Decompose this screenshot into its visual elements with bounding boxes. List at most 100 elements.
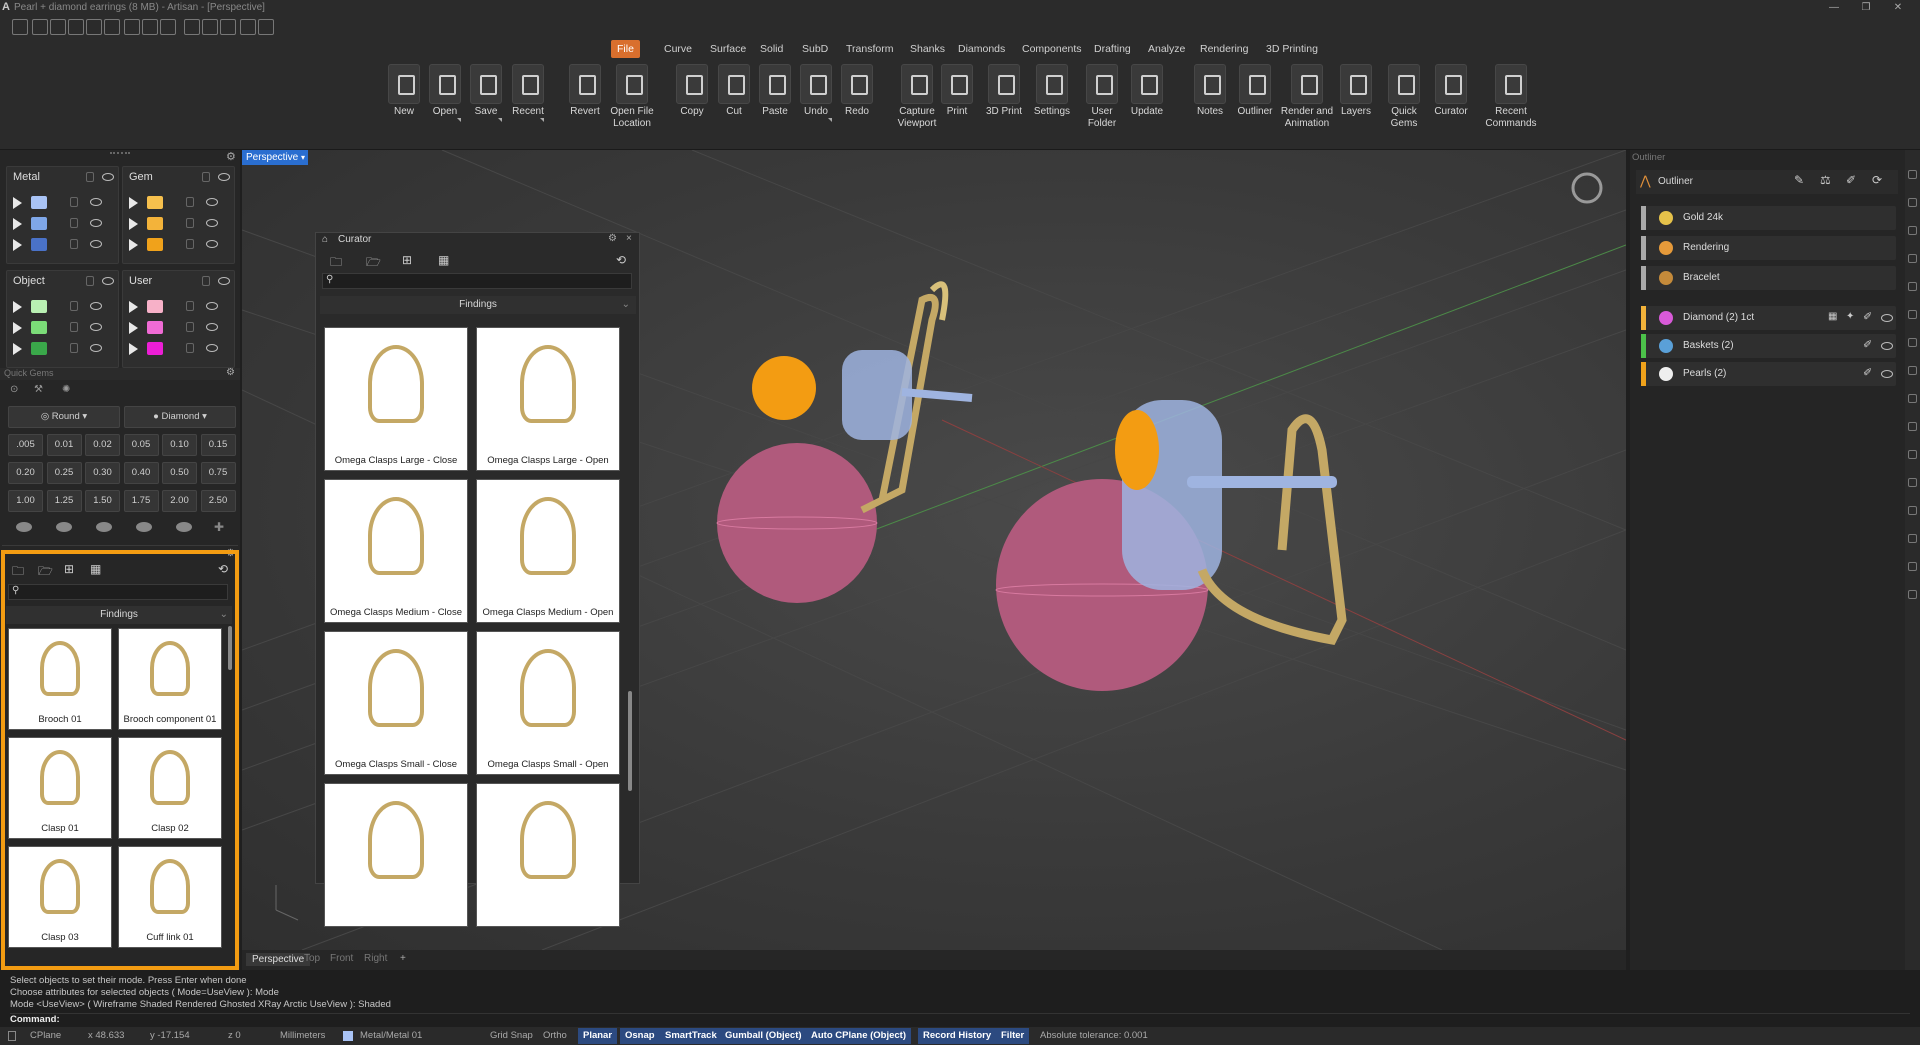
gem-size-button[interactable]: 0.50 <box>162 462 197 484</box>
ribbon-undo-button[interactable]: Undo <box>796 64 836 144</box>
curator-item[interactable]: Omega Clasps Small - Close <box>324 631 468 775</box>
outliner-group-row[interactable]: Rendering <box>1641 236 1896 260</box>
eye-icon[interactable] <box>218 173 230 181</box>
layer-row[interactable] <box>13 341 116 359</box>
pencil-icon[interactable]: ✐ <box>1863 310 1872 323</box>
ribbon-update-button[interactable]: Update <box>1127 64 1167 144</box>
ribbon-recent-commands-button[interactable]: Recent Commands <box>1482 64 1540 144</box>
outliner-group-row[interactable]: Bracelet <box>1641 266 1896 290</box>
scale-icon[interactable]: ⚖ <box>1820 173 1831 187</box>
eye-icon[interactable] <box>1881 314 1893 322</box>
ribbon-quick-gems-button[interactable]: Quick Gems <box>1378 64 1430 144</box>
quick-access-icon[interactable] <box>240 19 256 35</box>
outliner-object-row[interactable]: Diamond (2) 1ct ▦ ✦ ✐ <box>1641 306 1896 330</box>
menu-tab-3d-printing[interactable]: 3D Printing <box>1260 40 1324 58</box>
eye-icon[interactable] <box>206 219 218 227</box>
dropdown-arrow-icon[interactable] <box>828 118 832 122</box>
menu-tab-drafting[interactable]: Drafting <box>1088 40 1137 58</box>
quick-access-icon[interactable] <box>258 19 274 35</box>
menu-tab-surface[interactable]: Surface <box>704 40 752 58</box>
gear-icon[interactable]: ⚙ <box>226 150 236 163</box>
material-dropdown[interactable]: ● Diamond ▾ <box>124 406 236 428</box>
layer-row[interactable] <box>13 237 116 255</box>
curator-category-dropdown[interactable]: Findings ⌄ <box>320 296 636 314</box>
lock-icon[interactable] <box>70 343 78 353</box>
layer-color-swatch[interactable] <box>31 238 47 251</box>
eye-icon[interactable] <box>90 302 102 310</box>
play-icon[interactable] <box>13 301 22 313</box>
quick-access-icon[interactable] <box>86 19 102 35</box>
toolbar-icon[interactable] <box>1908 282 1917 291</box>
toggle-record-history[interactable]: Record History <box>918 1028 997 1044</box>
quick-access-icon[interactable] <box>220 19 236 35</box>
layer-row[interactable] <box>129 237 232 255</box>
ribbon-open-button[interactable]: Open <box>425 64 465 144</box>
layer-row[interactable] <box>13 299 116 317</box>
grid-icon[interactable]: ▦ <box>438 253 449 267</box>
eye-icon[interactable] <box>90 240 102 248</box>
quick-access-icon[interactable] <box>50 19 66 35</box>
toolbar-icon[interactable] <box>1908 254 1917 263</box>
ribbon-layers-button[interactable]: Layers <box>1336 64 1376 144</box>
settings-icon[interactable]: ✺ <box>62 384 70 395</box>
toolbar-icon[interactable] <box>1908 198 1917 207</box>
toolbar-icon[interactable] <box>1908 338 1917 347</box>
toolbar-icon[interactable] <box>1908 506 1917 515</box>
play-icon[interactable] <box>129 239 138 251</box>
toolbar-icon[interactable] <box>1908 394 1917 403</box>
toolbar-icon[interactable] <box>1908 310 1917 319</box>
target-icon[interactable]: ⊙ <box>10 384 18 395</box>
menu-tab-file[interactable]: File <box>611 40 640 58</box>
toggle-grid-snap[interactable]: Grid Snap <box>490 1027 533 1045</box>
gem-size-button[interactable]: 1.25 <box>46 490 82 512</box>
layer-color-swatch[interactable] <box>147 196 163 209</box>
ribbon-outliner-button[interactable]: Outliner <box>1233 64 1277 144</box>
ribbon-copy-button[interactable]: Copy <box>672 64 712 144</box>
grid-icon[interactable]: ▦ <box>1828 311 1837 322</box>
view-compass-icon[interactable] <box>1571 172 1603 204</box>
play-icon[interactable] <box>13 218 22 230</box>
play-icon[interactable] <box>13 322 22 334</box>
quick-access-icon[interactable] <box>12 19 28 35</box>
curator-item[interactable]: Omega Clasps Large - Close <box>324 327 468 471</box>
lock-icon[interactable] <box>70 322 78 332</box>
curator-item[interactable]: Omega Clasps Small - Open <box>476 631 620 775</box>
eye-icon[interactable] <box>102 173 114 181</box>
refresh-icon[interactable]: ⟳ <box>1872 173 1882 187</box>
lock-icon[interactable] <box>70 218 78 228</box>
gem-size-button[interactable]: 2.50 <box>200 490 236 512</box>
toggle-gumball-object[interactable]: Gumball (Object) <box>720 1028 807 1044</box>
gem-left[interactable] <box>752 356 816 420</box>
ribbon-cut-button[interactable]: Cut <box>714 64 754 144</box>
dropdown-arrow-icon[interactable] <box>540 118 544 122</box>
gem-size-button[interactable]: 0.10 <box>162 434 197 456</box>
toolbar-icon[interactable] <box>1908 226 1917 235</box>
lock-icon[interactable] <box>186 197 194 207</box>
prong-icon[interactable]: ✚ <box>214 520 224 534</box>
ribbon-print-button[interactable]: Print <box>937 64 977 144</box>
material-icon[interactable]: ✦ <box>1846 311 1854 322</box>
curator-title-bar[interactable]: ⌂ Curator ⚙ × <box>316 233 641 247</box>
cut-icon[interactable] <box>16 522 32 532</box>
restore-button[interactable]: ❐ <box>1852 0 1880 16</box>
eye-icon[interactable] <box>206 198 218 206</box>
layer-color-swatch[interactable] <box>31 342 47 355</box>
toolbar-icon[interactable] <box>1908 170 1917 179</box>
pearl-left[interactable] <box>717 443 877 603</box>
eye-icon[interactable] <box>206 344 218 352</box>
gem-size-button[interactable]: 1.00 <box>8 490 43 512</box>
gem-size-button[interactable]: 0.30 <box>85 462 120 484</box>
play-icon[interactable] <box>13 197 22 209</box>
shape-dropdown[interactable]: ◎ Round ▾ <box>8 406 120 428</box>
ribbon-save-button[interactable]: Save <box>466 64 506 144</box>
layer-row[interactable] <box>13 320 116 338</box>
layer-row[interactable] <box>13 216 116 234</box>
curator-item[interactable] <box>476 783 620 927</box>
ribbon-render-and-animation-button[interactable]: Render and Animation <box>1278 64 1336 144</box>
curator-item[interactable]: Omega Clasps Large - Open <box>476 327 620 471</box>
eye-icon[interactable] <box>206 323 218 331</box>
pencil-icon[interactable]: ✐ <box>1863 366 1872 379</box>
toggle-filter[interactable]: Filter <box>996 1028 1030 1044</box>
units-label[interactable]: Millimeters <box>280 1027 325 1045</box>
ribbon-paste-button[interactable]: Paste <box>755 64 795 144</box>
